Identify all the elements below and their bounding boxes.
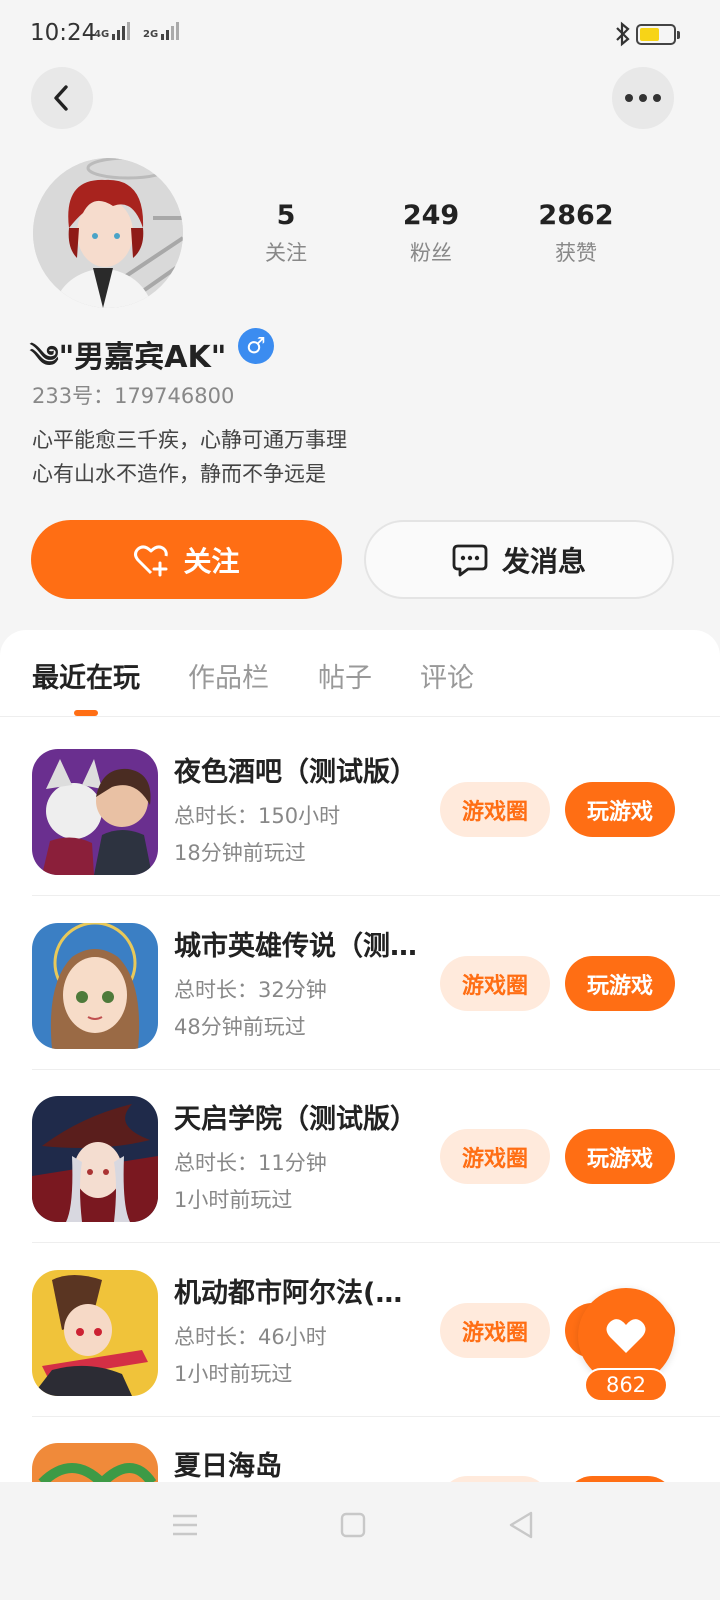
tab-posts[interactable]: 帖子	[318, 656, 372, 695]
bluetooth-icon	[614, 20, 632, 52]
game-title: 夜色酒吧（测试版）	[174, 757, 417, 788]
list-item[interactable]: 天启学院（测试版） 总时长：11分钟 1小时前玩过 游戏圈 玩游戏	[0, 1069, 720, 1243]
follow-label: 关注	[183, 544, 240, 578]
avatar[interactable]	[33, 158, 183, 308]
game-circle-button[interactable]: 游戏圈	[440, 1129, 550, 1184]
signal-icon: 4G	[94, 22, 131, 40]
game-last-played: 1小时前玩过	[174, 1188, 293, 1212]
game-last-played: 18分钟前玩过	[174, 841, 306, 865]
more-button[interactable]	[612, 67, 674, 129]
game-icon	[32, 923, 158, 1049]
follow-button[interactable]: 关注	[31, 520, 342, 599]
heart-icon	[606, 1319, 646, 1353]
game-icon	[32, 749, 158, 875]
list-item[interactable]: 城市英雄传说（测... 总时长：32分钟 48分钟前玩过 游戏圈 玩游戏	[0, 896, 720, 1070]
game-last-played: 48分钟前玩过	[174, 1015, 306, 1039]
stat-label: 获赞	[555, 241, 597, 265]
signal-icon: 2G	[143, 22, 180, 40]
message-label: 发消息	[501, 544, 586, 578]
stat-value: 249	[402, 200, 460, 231]
stat-followers[interactable]: 249 粉丝	[376, 200, 486, 267]
game-duration: 总时长：46小时	[174, 1325, 327, 1349]
divider	[0, 716, 720, 717]
game-title: 夏日海岛	[174, 1451, 282, 1482]
list-item[interactable]: 夜色酒吧（测试版） 总时长：150小时 18分钟前玩过 游戏圈 玩游戏	[0, 722, 720, 896]
back-chevron-icon	[54, 85, 68, 111]
bio-line: 心平能愈三千疾，心静可通万事理	[32, 428, 347, 452]
tab-comments[interactable]: 评论	[420, 656, 474, 695]
game-title: 天启学院（测试版）	[174, 1104, 417, 1135]
game-circle-button[interactable]: 游戏圈	[440, 1303, 550, 1358]
message-button[interactable]: 发消息	[364, 520, 674, 599]
back-triangle-icon[interactable]	[508, 1510, 534, 1540]
more-dots-icon	[625, 94, 661, 102]
bio-line: 心有山水不造作，静而不争远是	[32, 462, 326, 486]
game-duration: 总时长：150小时	[174, 804, 341, 828]
play-game-button[interactable]: 玩游戏	[565, 956, 675, 1011]
user-id: 233号：179746800	[32, 384, 235, 408]
home-square-icon[interactable]	[340, 1512, 366, 1538]
game-circle-button[interactable]: 游戏圈	[440, 782, 550, 837]
stat-value: 2862	[538, 200, 614, 231]
stat-label: 关注	[265, 241, 307, 265]
back-button[interactable]	[31, 67, 93, 129]
like-count: 862	[584, 1368, 668, 1402]
game-title: 城市英雄传说（测...	[174, 931, 418, 962]
network-type-2: 2G	[143, 29, 159, 40]
play-game-button[interactable]: 玩游戏	[565, 782, 675, 837]
battery-icon	[636, 24, 680, 45]
stat-value: 5	[276, 200, 296, 231]
tab-works[interactable]: 作品栏	[188, 656, 269, 695]
tab-recently-played[interactable]: 最近在玩	[32, 656, 140, 695]
heart-plus-icon	[134, 544, 169, 576]
game-duration: 总时长：11分钟	[174, 1151, 327, 1175]
stat-following[interactable]: 5 关注	[231, 200, 341, 267]
game-duration: 总时长：32分钟	[174, 978, 327, 1002]
stat-likes[interactable]: 2862 获赞	[521, 200, 631, 267]
stat-label: 粉丝	[410, 241, 452, 265]
game-title: 机动都市阿尔法(S...	[174, 1278, 418, 1309]
game-icon	[32, 1096, 158, 1222]
menu-icon[interactable]	[172, 1512, 198, 1538]
chat-bubble-icon	[452, 544, 488, 576]
network-type-1: 4G	[94, 29, 110, 40]
game-icon	[32, 1270, 158, 1396]
system-nav-bar	[0, 1482, 720, 1600]
status-time: 10:24	[30, 20, 97, 46]
gender-male-icon: ♂	[238, 328, 274, 364]
game-last-played: 1小时前玩过	[174, 1362, 293, 1386]
play-game-button[interactable]: 玩游戏	[565, 1129, 675, 1184]
game-circle-button[interactable]: 游戏圈	[440, 956, 550, 1011]
